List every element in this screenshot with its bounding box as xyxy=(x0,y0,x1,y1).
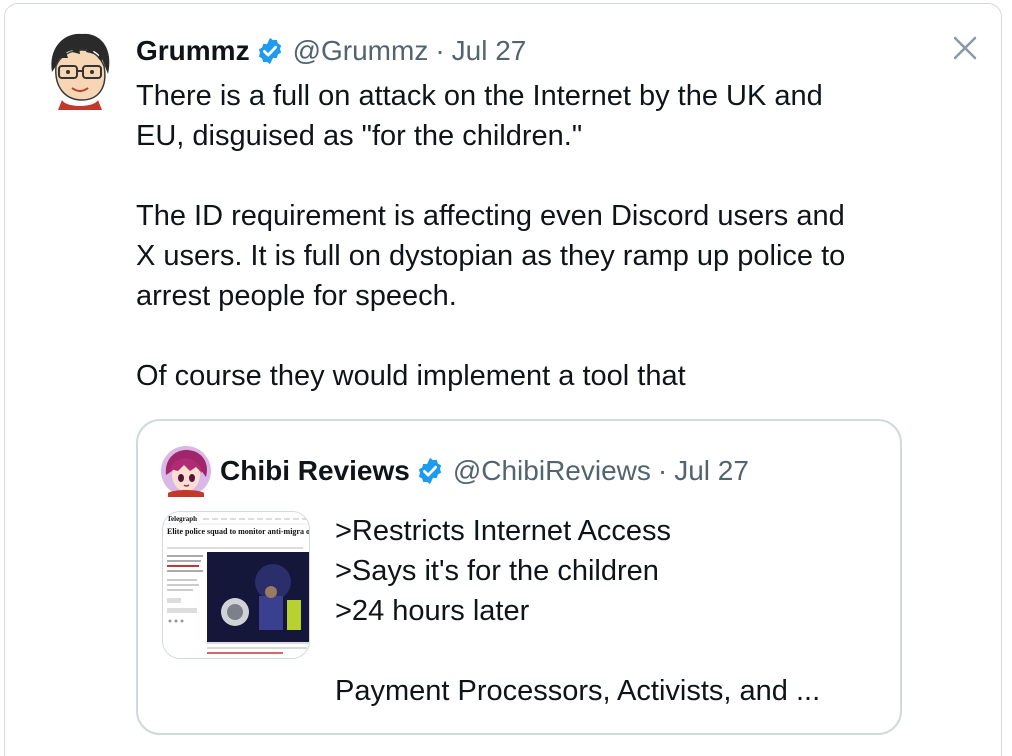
verified-badge-icon xyxy=(418,457,441,485)
tweet-card[interactable]: Grummz @Grummz · Jul 27 There is a full … xyxy=(4,3,1002,756)
author-name[interactable]: Grummz xyxy=(136,35,250,67)
thumbnail-masthead: Telegraph xyxy=(167,515,197,523)
meta-separator: · xyxy=(435,35,445,66)
tweet-text: There is a full on attack on the Interne… xyxy=(136,80,846,392)
tweet-date[interactable]: Jul 27 xyxy=(452,35,527,67)
quoted-tweet[interactable]: Chibi Reviews @ChibiReviews · Jul 27 Tel… xyxy=(136,419,902,735)
quoted-tweet-text: >Restricts Internet Access >Says it's fo… xyxy=(335,515,821,707)
quoted-media-thumbnail[interactable]: Telegraph Elite police squad to monitor … xyxy=(162,511,310,659)
close-icon xyxy=(953,36,977,60)
close-button[interactable] xyxy=(949,32,981,64)
thumbnail-headline: Elite police squad to monitor anti-migra… xyxy=(167,527,310,536)
quoted-author-name[interactable]: Chibi Reviews xyxy=(220,455,410,487)
author-handle[interactable]: @Grummz xyxy=(293,35,429,67)
quoted-header: Chibi Reviews @ChibiReviews · Jul 27 xyxy=(220,451,749,491)
quoted-author-avatar[interactable] xyxy=(160,445,212,497)
meta-separator: · xyxy=(657,455,668,486)
tweet-header: Grummz @Grummz · Jul 27 xyxy=(136,32,526,70)
quoted-tweet-date[interactable]: Jul 27 xyxy=(674,455,749,487)
quoted-author-handle[interactable]: @ChibiReviews xyxy=(453,455,651,487)
author-avatar[interactable] xyxy=(42,28,118,110)
verified-badge-icon xyxy=(258,37,281,65)
